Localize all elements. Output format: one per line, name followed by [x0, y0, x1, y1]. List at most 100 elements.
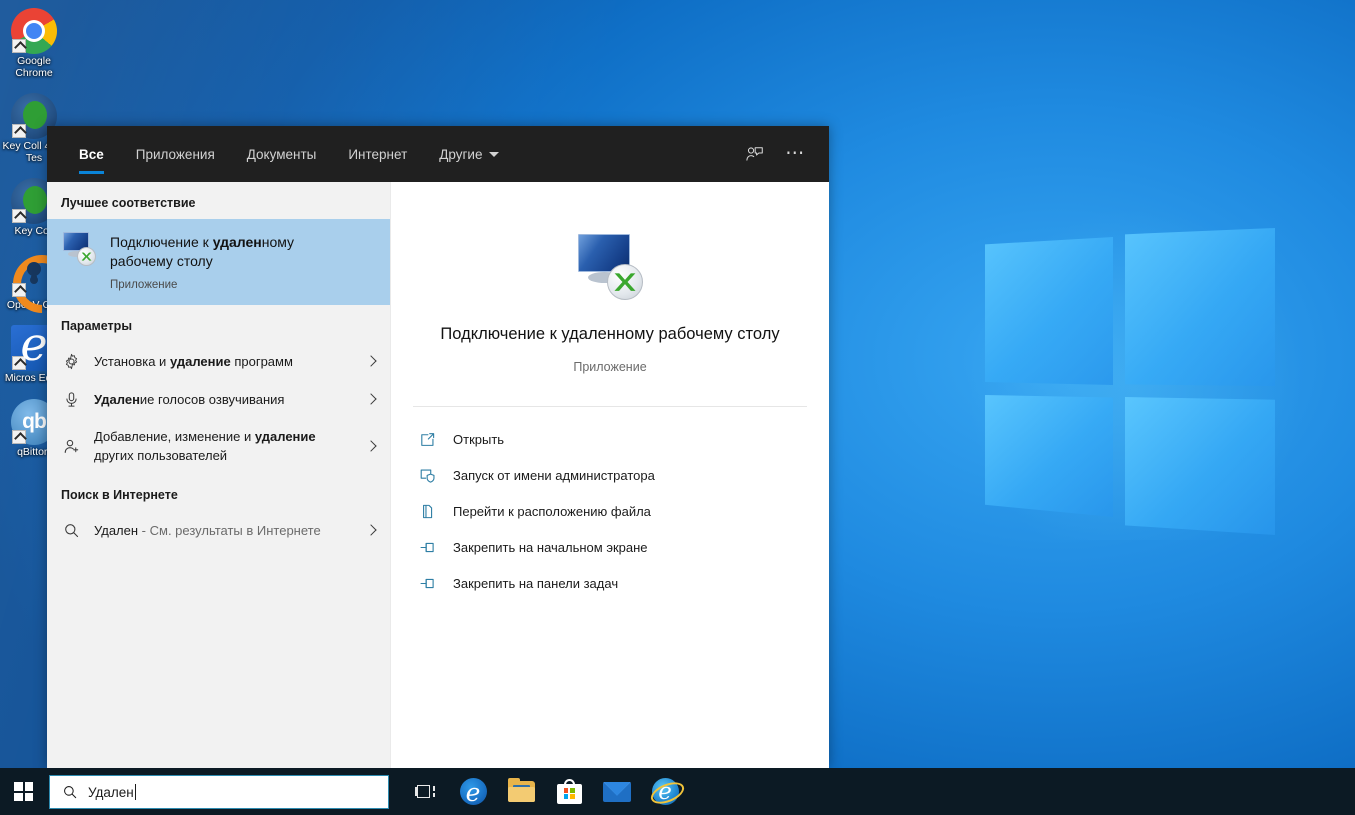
chevron-right-icon [364, 438, 380, 454]
taskbar-buttons [401, 768, 689, 815]
feedback-icon [745, 145, 764, 164]
label-suffix: других пользователей [94, 448, 227, 463]
tab-label: Приложения [136, 147, 215, 162]
label-prefix: Установка и [94, 354, 170, 369]
internet-explorer-icon [652, 778, 679, 805]
search-preview-column: Подключение к удаленному рабочему столу … [390, 182, 829, 768]
file-explorer-button[interactable] [497, 768, 545, 815]
header-spacer [515, 126, 733, 182]
app-actions-list: Открыть Запуск от имени администратора [391, 407, 829, 601]
hero-glow [965, 205, 1305, 540]
best-match-result[interactable]: Подключение к удаленному рабочему столу … [47, 219, 390, 305]
action-label: Запуск от имени администратора [453, 468, 655, 483]
tab-more[interactable]: Другие [423, 126, 515, 182]
open-icon [417, 429, 437, 449]
action-open[interactable]: Открыть [391, 421, 829, 457]
app-preview: Подключение к удаленному рабочему столу … [391, 182, 829, 374]
action-label: Закрепить на панели задач [453, 576, 618, 591]
task-view-icon [415, 784, 435, 800]
chevron-down-icon [489, 152, 499, 157]
remote-desktop-icon [574, 234, 646, 300]
windows-search-panel: Все Приложения Документы Интернет Другие [47, 126, 829, 768]
more-options-button[interactable]: ⋯ [775, 126, 817, 182]
preview-subtitle: Приложение [431, 360, 789, 374]
hero-pane-top-right [1125, 228, 1275, 386]
search-results-column: Лучшее соответствие Подключение к удален… [47, 182, 390, 768]
group-title-settings: Параметры [47, 305, 390, 342]
search-input-value: Удален [88, 784, 136, 800]
tab-documents[interactable]: Документы [231, 126, 333, 182]
taskbar: Удален [0, 768, 1355, 815]
label-highlight: Удален [94, 392, 140, 407]
start-button[interactable] [0, 768, 47, 815]
feedback-button[interactable] [733, 126, 775, 182]
chevron-right-icon [364, 522, 380, 538]
action-open-file-location[interactable]: Перейти к расположению файла [391, 493, 829, 529]
shortcut-overlay-icon [12, 430, 26, 444]
mail-button[interactable] [593, 768, 641, 815]
tab-label: Интернет [348, 147, 407, 162]
search-icon [62, 784, 78, 800]
web-search-label: Удален - См. результаты в Интернете [94, 521, 351, 540]
google-chrome-icon [11, 8, 57, 54]
taskbar-search-input[interactable]: Удален [49, 775, 389, 809]
title-prefix: Подключение к [110, 234, 213, 250]
shortcut-overlay-icon [12, 283, 26, 297]
label-prefix: Добавление, изменение и [94, 429, 255, 444]
tab-all[interactable]: Все [63, 126, 120, 182]
text-cursor [135, 784, 136, 800]
settings-result-label: Установка и удаление программ [94, 352, 351, 371]
microsoft-edge-button[interactable] [449, 768, 497, 815]
action-label: Закрепить на начальном экране [453, 540, 648, 555]
mail-icon [603, 782, 631, 802]
run-as-admin-icon [417, 465, 437, 485]
shortcut-overlay-icon [12, 124, 26, 138]
group-title-web-search: Поиск в Интернете [47, 474, 390, 511]
search-text: Удален [88, 785, 134, 800]
tab-label: Все [79, 147, 104, 162]
group-title-best-match: Лучшее соответствие [47, 182, 390, 219]
best-match-subtitle: Приложение [110, 279, 340, 291]
desktop-icon-google-chrome[interactable]: Google Chrome [0, 8, 68, 79]
internet-explorer-button[interactable] [641, 768, 689, 815]
settings-result-apps-features[interactable]: Установка и удаление программ [47, 342, 390, 380]
action-label: Перейти к расположению файла [453, 504, 651, 519]
settings-result-other-users[interactable]: Добавление, изменение и удаление других … [47, 418, 390, 474]
shortcut-overlay-icon [12, 356, 26, 370]
preview-icon-wrap [574, 234, 646, 300]
microsoft-store-button[interactable] [545, 768, 593, 815]
action-pin-to-start[interactable]: Закрепить на начальном экране [391, 529, 829, 565]
hero-pane-top-left [985, 237, 1113, 385]
tab-label: Документы [247, 147, 317, 162]
windows-hero-logo [985, 225, 1285, 520]
action-pin-to-taskbar[interactable]: Закрепить на панели задач [391, 565, 829, 601]
desktop-screen: Google Chrome Key Coll 4.1 - Tes Key Col… [0, 0, 1355, 815]
label-suffix: ие голосов озвучивания [140, 392, 285, 407]
gear-icon [61, 351, 81, 371]
search-panel-body: Лучшее соответствие Подключение к удален… [47, 182, 829, 768]
action-run-as-administrator[interactable]: Запуск от имени администратора [391, 457, 829, 493]
best-match-text: Подключение к удаленному рабочему столу … [110, 232, 340, 291]
label-highlight: удаление [170, 354, 231, 369]
chevron-right-icon [364, 391, 380, 407]
shortcut-overlay-icon [12, 39, 26, 53]
web-search-result[interactable]: Удален - См. результаты в Интернете [47, 511, 390, 549]
shortcut-overlay-icon [12, 209, 26, 223]
tab-apps[interactable]: Приложения [120, 126, 231, 182]
microsoft-store-icon [557, 779, 582, 804]
desktop-icon-label: Google Chrome [0, 56, 68, 79]
file-explorer-icon [508, 781, 535, 802]
hero-pane-bottom-left [985, 395, 1113, 517]
label-suffix: программ [231, 354, 293, 369]
tab-web[interactable]: Интернет [332, 126, 423, 182]
microsoft-edge-icon [460, 778, 487, 805]
connection-badge [607, 264, 643, 300]
settings-result-label: Удаление голосов озвучивания [94, 390, 351, 409]
action-label: Открыть [453, 432, 504, 447]
settings-result-voices[interactable]: Удаление голосов озвучивания [47, 380, 390, 418]
file-location-icon [417, 501, 437, 521]
best-match-title: Подключение к удаленному рабочему столу [110, 233, 340, 271]
label-highlight: удаление [255, 429, 316, 444]
add-user-icon [61, 436, 81, 456]
task-view-button[interactable] [401, 768, 449, 815]
